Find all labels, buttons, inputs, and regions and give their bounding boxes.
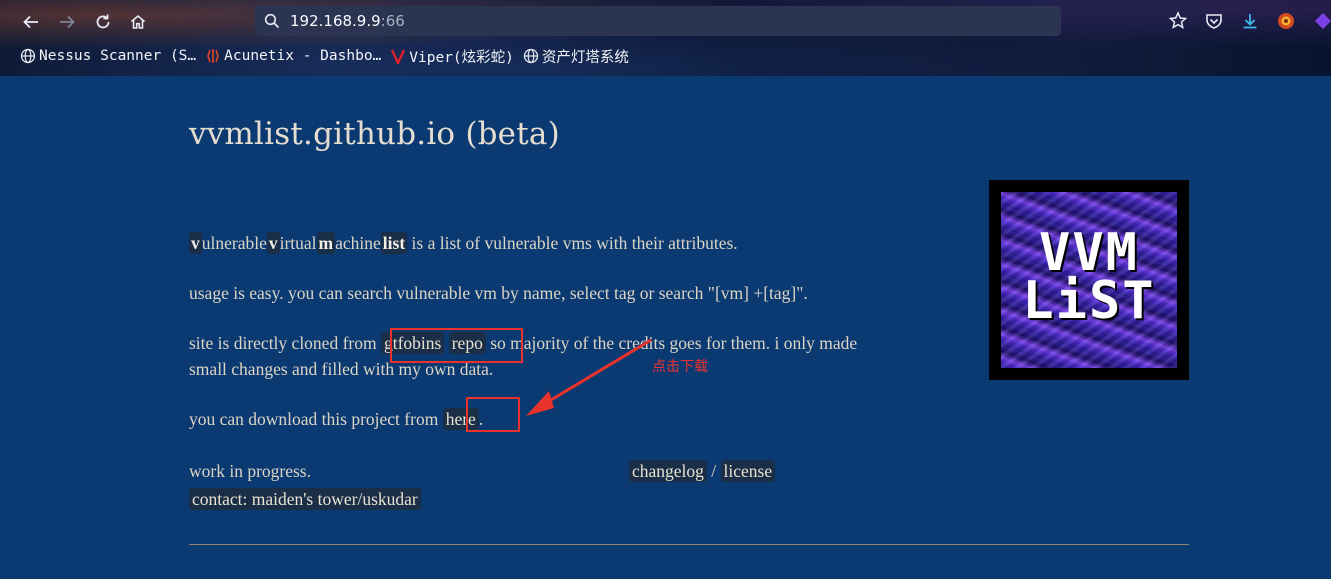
footer-links: changelog / license <box>629 458 776 484</box>
bookmarks-bar: Nessus Scanner (S… Acunetix - Dashbo… Vi… <box>0 42 629 70</box>
extension-diamond-icon[interactable] <box>1313 11 1331 31</box>
bookmark-label: 资产灯塔系统 <box>541 49 629 66</box>
bookmark-nessus[interactable]: Nessus Scanner (S… <box>20 48 196 64</box>
globe-icon <box>523 48 539 64</box>
shield-icon[interactable] <box>1204 11 1224 31</box>
home-button[interactable] <box>126 10 150 34</box>
horizontal-divider <box>189 544 1189 545</box>
browser-toolbar: 192.168.9.9:66 Nessus Scanner (S… Acunet… <box>0 0 1331 76</box>
logo-text-line2: LiST <box>1022 271 1156 331</box>
license-link[interactable]: license <box>720 460 776 482</box>
globe-icon <box>20 48 36 64</box>
contact-chip: contact: maiden's tower/uskudar <box>189 488 421 510</box>
bookmark-acunetix[interactable]: Acunetix - Dashbo… <box>205 48 381 64</box>
bookmark-label: Acunetix - Dashbo… <box>224 48 382 64</box>
extension-icon[interactable] <box>1276 11 1296 31</box>
page-content: vvmlist.github.io (beta) VVM LiST v ulner… <box>6 76 1331 579</box>
reload-icon <box>96 14 110 29</box>
back-button[interactable] <box>19 10 43 34</box>
reload-button[interactable] <box>91 10 115 34</box>
annotation-arrow-icon <box>526 338 652 416</box>
viper-logo-icon <box>391 49 406 64</box>
vvmlist-logo: VVM LiST <box>989 180 1189 380</box>
download-icon[interactable] <box>1240 11 1260 31</box>
logo-background: VVM LiST <box>1001 192 1177 368</box>
changelog-link[interactable]: changelog <box>629 460 707 482</box>
acunetix-logo-icon <box>207 49 219 63</box>
address-url[interactable]: 192.168.9.9:66 <box>290 12 405 30</box>
bookmark-viper[interactable]: Viper(炫彩蛇) <box>390 46 514 67</box>
bookmark-asset-lighthouse[interactable]: 资产灯塔系统 <box>523 46 629 67</box>
contact-info: contact: maiden's tower/uskudar <box>189 486 421 512</box>
search-icon <box>264 13 280 29</box>
forward-button[interactable] <box>55 10 79 34</box>
wip-text: work in progress. <box>189 461 311 481</box>
bookmark-label: Nessus Scanner (S… <box>39 48 197 64</box>
address-bar[interactable]: 192.168.9.9:66 <box>255 6 1061 36</box>
forward-arrow-icon <box>60 15 75 29</box>
pocket-save-icon[interactable] <box>1168 11 1188 31</box>
back-arrow-icon <box>23 15 38 29</box>
home-icon <box>130 14 146 29</box>
logo-text-line1: VVM <box>1039 223 1139 283</box>
bookmark-label: Viper(炫彩蛇) <box>409 49 514 66</box>
